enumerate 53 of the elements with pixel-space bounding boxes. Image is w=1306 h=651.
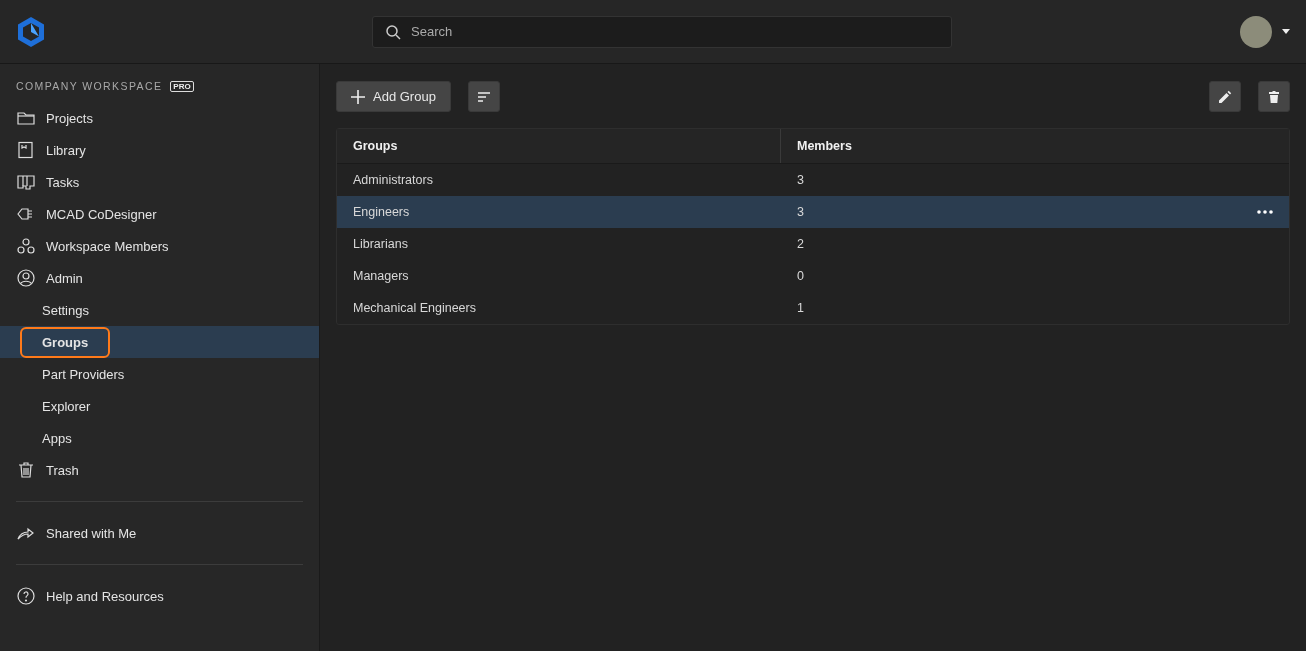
table-row[interactable]: Managers 0 — [337, 260, 1289, 292]
plus-icon — [351, 89, 365, 104]
search-icon — [385, 23, 401, 40]
sidebar-item[interactable]: MCAD CoDesigner — [0, 198, 319, 230]
sidebar-item[interactable]: Settings — [0, 294, 319, 326]
sort-icon — [476, 89, 491, 104]
edit-button[interactable] — [1209, 81, 1241, 112]
trash-icon — [16, 460, 36, 480]
table-cell: 0 — [797, 269, 804, 283]
table-cell: Mechanical Engineers — [353, 301, 476, 315]
delete-button[interactable] — [1258, 81, 1290, 112]
table-cell: Managers — [353, 269, 409, 283]
table-row[interactable]: Librarians 2 — [337, 228, 1289, 260]
table-cell: Librarians — [353, 237, 408, 251]
more-icon[interactable] — [1257, 210, 1273, 214]
user-circle-icon — [16, 268, 36, 288]
sidebar-item[interactable]: Help and Resources — [0, 580, 319, 612]
sidebar-item[interactable]: Projects — [0, 102, 319, 134]
table-cell: 1 — [797, 301, 804, 315]
workspace-title: COMPANY WORKSPACE — [16, 80, 163, 92]
sidebar-item[interactable]: Apps — [0, 422, 319, 454]
caret-icon[interactable] — [1282, 29, 1290, 34]
table-row[interactable]: Administrators 3 — [337, 164, 1289, 196]
sort-button[interactable] — [467, 81, 500, 112]
help-icon — [16, 586, 36, 606]
avatar[interactable] — [1240, 15, 1272, 48]
trash-icon — [1267, 89, 1281, 104]
sidebar-item[interactable]: Explorer — [0, 390, 319, 422]
book-icon — [16, 140, 36, 160]
column-header[interactable]: Members — [797, 139, 852, 153]
table-cell: 3 — [797, 173, 804, 187]
column-header[interactable]: Groups — [353, 139, 398, 153]
table-cell: 3 — [797, 205, 804, 219]
sidebar-item[interactable]: Part Providers — [0, 358, 319, 390]
sidebar-item[interactable]: Workspace Members — [0, 230, 319, 262]
pencil-icon — [1218, 89, 1232, 104]
pro-badge: PRO — [170, 80, 194, 92]
sidebar-item[interactable]: Groups — [0, 326, 319, 358]
people-icon — [16, 236, 36, 256]
sidebar-item[interactable]: Tasks — [0, 166, 319, 198]
add-group-button[interactable]: Add Group — [336, 81, 451, 112]
table-row[interactable]: Engineers 3 — [337, 196, 1289, 228]
search-field[interactable]: Search — [372, 15, 952, 48]
sidebar-item[interactable]: Admin — [0, 262, 319, 294]
sidebar-item[interactable]: Library — [0, 134, 319, 166]
table-cell: Administrators — [353, 173, 433, 187]
table-cell: Engineers — [353, 205, 410, 219]
sidebar-item[interactable]: Shared with Me — [0, 517, 319, 549]
table-cell: 2 — [797, 237, 804, 251]
logo-icon — [16, 15, 46, 48]
table-row[interactable]: Mechanical Engineers 1 — [337, 292, 1289, 324]
sidebar-item[interactable]: Trash — [0, 454, 319, 486]
board-icon — [16, 172, 36, 192]
